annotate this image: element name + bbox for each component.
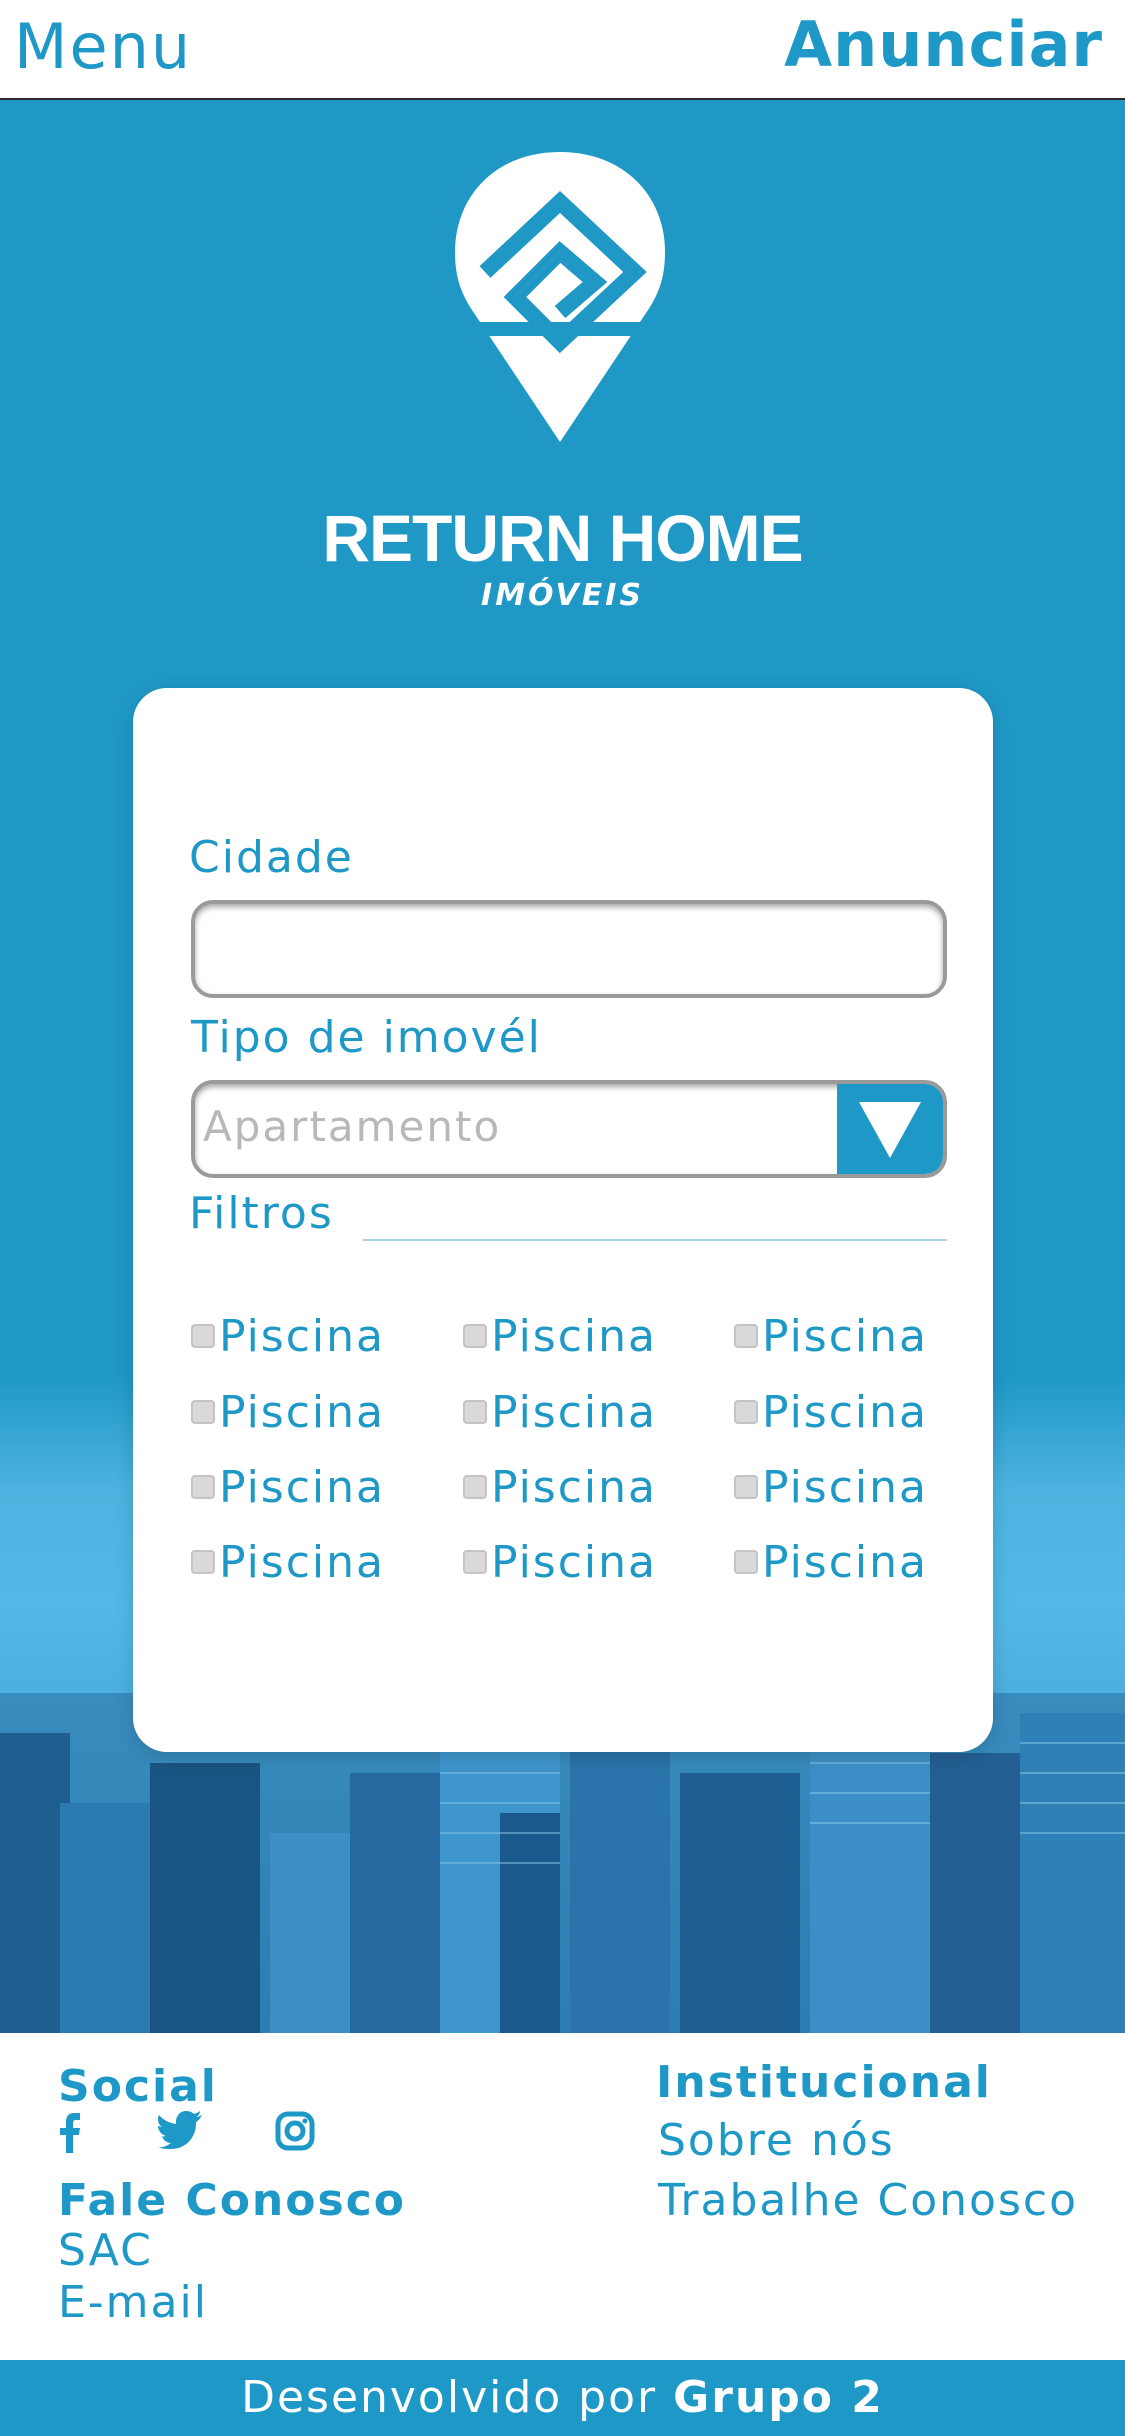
filter-checkbox-item[interactable]: Piscina xyxy=(734,1457,928,1517)
filters-label: Filtros xyxy=(189,1188,334,1239)
checkbox[interactable] xyxy=(463,1400,487,1424)
filter-label: Piscina xyxy=(762,1386,928,1438)
menu-link[interactable]: Menu xyxy=(14,10,192,83)
city-input[interactable] xyxy=(191,900,947,998)
checkbox[interactable] xyxy=(734,1324,758,1348)
filter-label: Piscina xyxy=(762,1536,928,1588)
checkbox[interactable] xyxy=(734,1475,758,1499)
about-us-link[interactable]: Sobre nós xyxy=(658,2115,895,2166)
contact-heading: Fale Conosco xyxy=(58,2175,406,2226)
twitter-icon[interactable] xyxy=(158,2111,202,2149)
filter-checkbox-item[interactable]: Piscina xyxy=(191,1532,385,1592)
checkbox[interactable] xyxy=(734,1550,758,1574)
announce-link[interactable]: Anunciar xyxy=(784,8,1103,81)
email-link[interactable]: E-mail xyxy=(58,2277,208,2328)
checkbox[interactable] xyxy=(463,1550,487,1574)
credit-team: Grupo 2 xyxy=(673,2372,884,2423)
checkbox[interactable] xyxy=(734,1400,758,1424)
footer: Social Fale Conosco SAC E-mail Instituci… xyxy=(0,2033,1125,2360)
instagram-icon[interactable] xyxy=(275,2111,315,2151)
filter-checkbox-item[interactable]: Piscina xyxy=(463,1382,657,1442)
filter-label: Piscina xyxy=(219,1310,385,1362)
brand-subtitle: IMÓVEIS xyxy=(481,578,644,613)
dropdown-button[interactable] xyxy=(837,1084,943,1174)
filter-checkbox-item[interactable]: Piscina xyxy=(191,1457,385,1517)
filter-label: Piscina xyxy=(491,1536,657,1588)
facebook-icon[interactable] xyxy=(58,2113,82,2153)
institutional-heading: Institucional xyxy=(656,2057,992,2108)
filter-checkbox-item[interactable]: Piscina xyxy=(463,1457,657,1517)
checkbox[interactable] xyxy=(463,1324,487,1348)
filter-label: Piscina xyxy=(762,1461,928,1513)
filter-checkbox-item[interactable]: Piscina xyxy=(734,1532,928,1592)
filter-label: Piscina xyxy=(491,1386,657,1438)
checkbox[interactable] xyxy=(191,1475,215,1499)
filter-label: Piscina xyxy=(762,1310,928,1362)
checkbox[interactable] xyxy=(463,1475,487,1499)
work-with-us-link[interactable]: Trabalhe Conosco xyxy=(658,2175,1078,2226)
filter-label: Piscina xyxy=(219,1386,385,1438)
filters-divider xyxy=(363,1239,947,1241)
social-heading: Social xyxy=(58,2061,218,2112)
brand-name: RETURN HOME xyxy=(322,501,803,575)
filter-checkbox-item[interactable]: Piscina xyxy=(191,1306,385,1366)
property-type-select[interactable]: Apartamento xyxy=(191,1080,947,1178)
top-navigation-bar: Menu Anunciar xyxy=(0,0,1125,100)
filter-label: Piscina xyxy=(219,1461,385,1513)
checkbox[interactable] xyxy=(191,1400,215,1424)
city-label: Cidade xyxy=(189,832,354,883)
sac-link[interactable]: SAC xyxy=(58,2225,153,2276)
property-type-value: Apartamento xyxy=(203,1102,502,1151)
property-type-label: Tipo de imovél xyxy=(191,1012,542,1063)
hero-section: RETURN HOME IMÓVEIS Cidade Tipo de imové… xyxy=(0,100,1125,2033)
filter-label: Piscina xyxy=(219,1536,385,1588)
checkbox[interactable] xyxy=(191,1550,215,1574)
credit-bar: Desenvolvido por Grupo 2 xyxy=(0,2360,1125,2436)
filter-label: Piscina xyxy=(491,1310,657,1362)
chevron-down-icon xyxy=(859,1102,921,1158)
filter-checkbox-item[interactable]: Piscina xyxy=(191,1382,385,1442)
filter-checkbox-item[interactable]: Piscina xyxy=(734,1382,928,1442)
credit-prefix: Desenvolvido por xyxy=(241,2372,658,2423)
filter-checkbox-item[interactable]: Piscina xyxy=(463,1306,657,1366)
filter-label: Piscina xyxy=(491,1461,657,1513)
checkbox[interactable] xyxy=(191,1324,215,1348)
filter-checkbox-item[interactable]: Piscina xyxy=(734,1306,928,1366)
return-home-logo-icon xyxy=(455,152,665,442)
search-card: Cidade Tipo de imovél Apartamento Filtro… xyxy=(133,688,993,1752)
filter-checkbox-item[interactable]: Piscina xyxy=(463,1532,657,1592)
